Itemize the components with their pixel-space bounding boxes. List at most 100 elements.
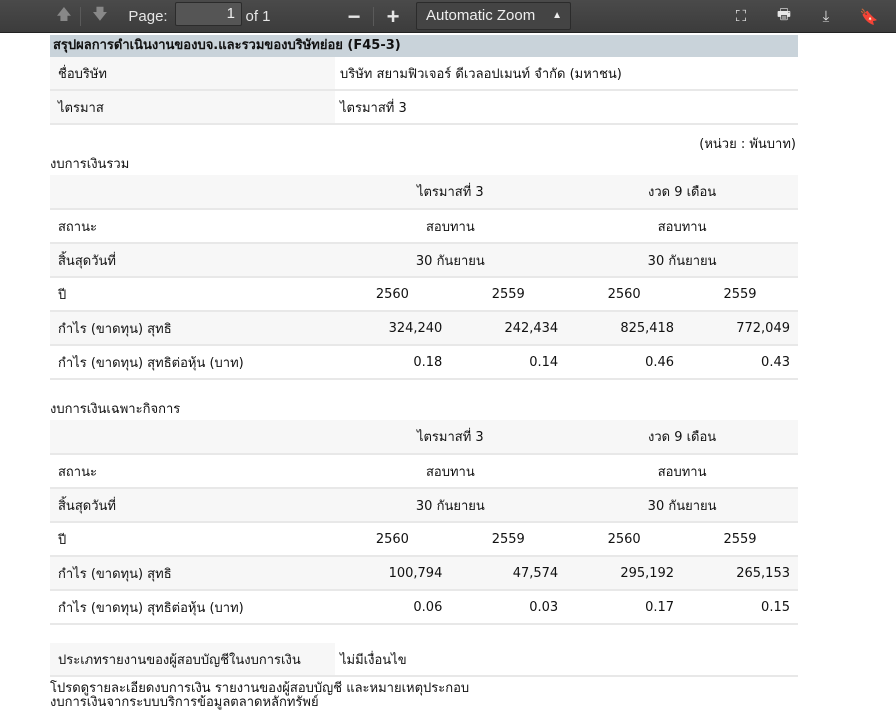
info-label: ชื่อบริษัท	[50, 57, 335, 89]
table-cell: 30 กันยายน	[566, 243, 798, 278]
table-cell: สถานะ	[50, 209, 335, 244]
table-row: สิ้นสุดวันที่ 30 กันยายน 30 กันยายน	[50, 488, 798, 523]
bookmark-icon: 🔖	[859, 8, 879, 26]
table-cell: สิ้นสุดวันที่	[50, 243, 335, 278]
table-cell: 2559	[450, 522, 567, 557]
note-line: งบการเงินจากระบบบริการข้อมูลตลาดหลักทรัพ…	[50, 695, 319, 710]
table-cell: กำไร (ขาดทุน) สุทธิต่อหุ้น (บาท)	[50, 345, 335, 380]
table-row: กำไร (ขาดทุน) สุทธิ 100,794 47,574 295,192 2…	[50, 556, 798, 591]
info-value: บริษัท สยามฟิวเจอร์ ดีเวลอปเมนท์ จำกัด (…	[340, 66, 622, 82]
financial-table: ไตรมาสที่ 3 งวด 9 เดือน สถานะ สอบทาน สอบทานส…	[50, 175, 798, 380]
table-cell: 265,153	[682, 556, 798, 591]
previous-page-button[interactable]: 🡅	[52, 0, 76, 33]
table-cell: ไตรมาสที่ 3	[334, 420, 567, 455]
report-title: สรุปผลการดำเนินงานของบจ.และรวมของบริษัทย…	[50, 35, 798, 57]
table-cell: 2559	[450, 277, 567, 312]
table-cell: 47,574	[450, 556, 567, 591]
table-row: ปี 2560 2559 2560 2559	[50, 277, 798, 312]
table-cell: ไตรมาสที่ 3	[334, 175, 567, 210]
page-count: of 1	[245, 8, 271, 25]
table-cell: ปี	[50, 277, 335, 312]
unit-note: (หน่วย : พันบาท)	[699, 137, 796, 152]
table-cell: 2560	[566, 522, 683, 557]
printer-icon: 🖶	[776, 6, 792, 23]
financial-table: ไตรมาสที่ 3 งวด 9 เดือน สถานะ สอบทาน สอบทานส…	[50, 420, 798, 625]
table-caption: งบการเงินรวม	[50, 157, 130, 172]
table-row: ปี 2560 2559 2560 2559	[50, 522, 798, 557]
table-cell: 0.46	[566, 345, 683, 380]
fullscreen-icon: ⛶	[735, 8, 747, 25]
info-label: ไตรมาส	[50, 91, 335, 123]
table-cell: 0.14	[450, 345, 567, 380]
table-cell: 30 กันยายน	[334, 488, 567, 523]
table-cell: 2559	[682, 277, 798, 312]
page-label: Page:	[128, 8, 168, 25]
zoom-in-button[interactable]: +	[382, 0, 404, 33]
print-button[interactable]: 🖶	[771, 0, 797, 33]
bookmark-button[interactable]: 🔖	[856, 0, 882, 33]
table-cell: 0.03	[450, 590, 567, 625]
report-value: ไม่มีเงื่อนไข	[340, 652, 407, 668]
next-page-button[interactable]: 🡇	[88, 0, 112, 33]
company-row: ชื่อบริษัท บริษัท สยามฟิวเจอร์ ดีเวลอปเมน…	[50, 57, 798, 91]
table-cell: 0.18	[334, 345, 451, 380]
table-cell: กำไร (ขาดทุน) สุทธิต่อหุ้น (บาท)	[50, 590, 335, 625]
table-cell: 0.15	[682, 590, 798, 625]
table-cell: งวด 9 เดือน	[566, 420, 798, 455]
table-row: สถานะ สอบทาน สอบทาน	[50, 454, 798, 489]
table-cell: สอบทาน	[334, 209, 567, 244]
zoom-select[interactable]: Automatic Zoom ▲	[416, 2, 571, 30]
download-button[interactable]: ⤓	[813, 0, 839, 33]
table-cell: 324,240	[334, 311, 451, 346]
table-cell: 2560	[566, 277, 683, 312]
report-label: ประเภทรายงานของผู้สอบบัญชีในงบการเงิน	[50, 643, 335, 675]
table-cell: สอบทาน	[334, 454, 567, 489]
table-cell: สอบทาน	[566, 454, 798, 489]
document-page: สรุปผลการดำเนินงานของบจ.และรวมของบริษัทย…	[50, 35, 798, 710]
table-cell: 0.43	[682, 345, 798, 380]
table-cell: สถานะ	[50, 454, 335, 489]
table-cell: 2560	[334, 522, 451, 557]
presentation-mode-button[interactable]: ⛶	[728, 0, 754, 33]
table-row: ไตรมาสที่ 3 งวด 9 เดือน	[50, 175, 798, 210]
table-row: กำไร (ขาดทุน) สุทธิต่อหุ้น (บาท) 0.06 0.03…	[50, 590, 798, 625]
table-cell: 2560	[334, 277, 451, 312]
table-cell: 30 กันยายน	[334, 243, 567, 278]
table-caption: งบการเงินเฉพาะกิจการ	[50, 402, 181, 417]
info-value: ไตรมาสที่ 3	[340, 100, 407, 116]
table-cell: 2559	[682, 522, 798, 557]
quarter-row: ไตรมาส ไตรมาสที่ 3	[50, 91, 798, 125]
pdf-toolbar: 🡅 🡇 Page: 1 of 1 − + Automatic Zoom ▲ ⛶ 🖶…	[0, 0, 896, 33]
auditor-report-row: ประเภทรายงานของผู้สอบบัญชีในงบการเงิน ไม่…	[50, 643, 798, 677]
arrow-up-icon: 🡅	[56, 6, 72, 23]
table-row: กำไร (ขาดทุน) สุทธิต่อหุ้น (บาท) 0.18 0.14…	[50, 345, 798, 380]
table-cell: 242,434	[450, 311, 567, 346]
table-cell: 295,192	[566, 556, 683, 591]
table-cell: สิ้นสุดวันที่	[50, 488, 335, 523]
table-row: กำไร (ขาดทุน) สุทธิ 324,240 242,434 825,418…	[50, 311, 798, 346]
table-cell: 30 กันยายน	[566, 488, 798, 523]
note-line: โปรดดูรายละเอียดงบการเงิน รายงานของผู้สอ…	[50, 681, 470, 696]
table-cell: กำไร (ขาดทุน) สุทธิ	[50, 311, 335, 346]
table-cell: งวด 9 เดือน	[566, 175, 798, 210]
table-row: สถานะ สอบทาน สอบทาน	[50, 209, 798, 244]
table-cell: 772,049	[682, 311, 798, 346]
download-icon: ⤓	[822, 8, 830, 25]
table-row: สิ้นสุดวันที่ 30 กันยายน 30 กันยายน	[50, 243, 798, 278]
table-row: ไตรมาสที่ 3 งวด 9 เดือน	[50, 420, 798, 455]
page-number-input[interactable]: 1	[175, 2, 242, 26]
table-cell: กำไร (ขาดทุน) สุทธิ	[50, 556, 335, 591]
table-cell: 0.17	[566, 590, 683, 625]
separator	[80, 7, 81, 26]
separator	[373, 7, 374, 26]
arrow-down-icon: 🡇	[92, 6, 108, 23]
zoom-out-button[interactable]: −	[343, 0, 365, 33]
table-cell: ปี	[50, 522, 335, 557]
table-cell: สอบทาน	[566, 209, 798, 244]
select-arrows-icon: ▲	[552, 10, 562, 21]
table-cell: 825,418	[566, 311, 683, 346]
table-cell	[50, 420, 335, 455]
table-cell: 0.06	[334, 590, 451, 625]
table-cell: 100,794	[334, 556, 451, 591]
table-cell	[50, 175, 335, 210]
